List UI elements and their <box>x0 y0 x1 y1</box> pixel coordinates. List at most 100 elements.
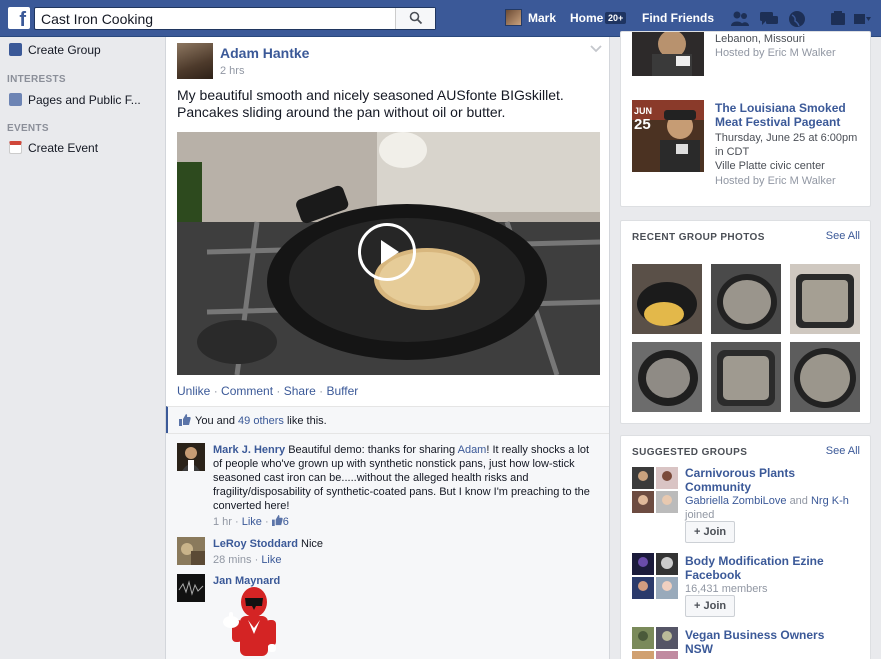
feed-post: Adam Hantke 2 hrs My beautiful smooth an… <box>166 37 610 659</box>
join-group-button[interactable]: + Join <box>685 595 736 617</box>
group-member-photo[interactable] <box>632 491 654 513</box>
search-box[interactable]: Cast Iron Cooking <box>34 7 436 30</box>
group-photo[interactable] <box>711 264 781 334</box>
suggested-groups-heading: SUGGESTED GROUPS <box>632 447 748 458</box>
calendar-icon <box>9 141 22 154</box>
home-count-badge: 20+ <box>605 12 627 24</box>
group-member-photo[interactable] <box>656 467 678 489</box>
member-link[interactable]: Nrg K-h <box>811 495 849 507</box>
group-photo[interactable] <box>711 342 781 412</box>
interests-heading: INTERESTS <box>7 74 66 85</box>
notifications-globe-icon[interactable] <box>787 10 807 28</box>
group-photo[interactable] <box>790 264 860 334</box>
create-group-icon <box>9 43 22 56</box>
comment-time[interactable]: 28 mins <box>213 554 252 566</box>
comments-section: Mark J. Henry Beautiful demo: thanks for… <box>166 433 609 659</box>
group-photo[interactable] <box>790 342 860 412</box>
group-member-photo[interactable] <box>632 577 654 599</box>
comment-meta: 1 hr · Like · 6 <box>213 515 289 528</box>
group-member-photo[interactable] <box>632 651 654 659</box>
likes-others-link[interactable]: 49 others <box>238 415 284 427</box>
power-ranger-sticker-icon <box>223 587 276 656</box>
likes-suffix: like this. <box>286 415 327 427</box>
facebook-logo-icon[interactable]: f <box>8 7 30 29</box>
group-members-joined: Gabriella ZombiLove and Nrg K-h joined <box>685 494 865 522</box>
group-member-photo[interactable] <box>656 491 678 513</box>
messages-icon[interactable] <box>759 10 779 28</box>
post-options-chevron-icon[interactable] <box>590 45 602 53</box>
sidebar-item-label: Pages and Public F... <box>28 93 141 107</box>
comment-text: Beautiful demo: thanks for sharing <box>288 444 456 456</box>
separator-dot: · <box>276 384 281 398</box>
unlike-link[interactable]: Unlike <box>177 384 210 398</box>
event-location: Lebanon, Missouri <box>715 33 805 45</box>
member-link[interactable]: Gabriella ZombiLove <box>685 495 787 507</box>
comment-author[interactable]: LeRoy Stoddard <box>213 538 298 550</box>
profile-link[interactable]: Mark <box>528 11 556 25</box>
comment-author[interactable]: Mark J. Henry <box>213 444 285 456</box>
comment-like-link[interactable]: Like <box>242 516 262 528</box>
comment-text: Nice <box>301 538 324 550</box>
commenter-avatar[interactable] <box>177 443 205 471</box>
comment-like-count[interactable]: 6 <box>283 516 289 528</box>
group-member-photo[interactable] <box>632 553 654 575</box>
join-group-button[interactable]: + Join <box>685 521 736 543</box>
author-avatar[interactable] <box>177 43 213 79</box>
group-name[interactable]: Body Modification Ezine Facebook <box>685 554 855 582</box>
comment-link[interactable]: Comment <box>221 384 273 398</box>
sidebar-item-create-group[interactable]: Create Group <box>9 43 101 59</box>
group-member-photo[interactable] <box>656 553 678 575</box>
account-menu-chevron-icon[interactable] <box>852 10 872 28</box>
post-text: My beautiful smooth and nicely seasoned … <box>177 87 564 120</box>
group-member-photo[interactable] <box>656 577 678 599</box>
recent-photos-see-all-link[interactable]: See All <box>826 230 860 242</box>
commenter-avatar[interactable] <box>177 537 205 565</box>
comment-mention[interactable]: Adam <box>458 444 487 456</box>
play-button-icon[interactable] <box>358 223 416 281</box>
event-photo[interactable] <box>632 32 704 76</box>
search-icon <box>409 11 423 25</box>
group-member-photo[interactable] <box>656 651 678 659</box>
events-card: Lebanon, Missouri Hosted by Eric M Walke… <box>620 31 871 207</box>
pages-feed-icon <box>9 93 22 106</box>
search-input[interactable]: Cast Iron Cooking <box>41 11 381 27</box>
group-name[interactable]: Vegan Business Owners NSW <box>685 628 855 656</box>
group-member-photo[interactable] <box>632 627 654 649</box>
sidebar-item-create-event[interactable]: Create Event <box>9 141 98 157</box>
find-friends-link[interactable]: Find Friends <box>642 11 714 25</box>
sidebar-item-pages-feeds[interactable]: Pages and Public F... <box>9 93 141 109</box>
sidebar-item-label: Create Event <box>28 141 99 155</box>
event-where: Ville Platte civic center <box>715 160 825 172</box>
likes-you-and: You and <box>195 415 235 427</box>
like-thumb-icon <box>179 414 191 426</box>
recent-photos-heading: RECENT GROUP PHOTOS <box>632 232 765 243</box>
comment-like-link[interactable]: Like <box>261 554 281 566</box>
friend-requests-icon[interactable] <box>730 10 750 28</box>
comment-time[interactable]: 1 hr <box>213 516 232 528</box>
search-button[interactable] <box>395 8 435 29</box>
video-player[interactable] <box>177 132 600 375</box>
group-member-photo[interactable] <box>632 467 654 489</box>
join-label: Join <box>703 600 727 612</box>
like-thumb-icon <box>271 515 283 526</box>
group-name[interactable]: Carnivorous Plants Community <box>685 466 855 494</box>
buffer-link[interactable]: Buffer <box>326 384 358 398</box>
event-day: 25 <box>634 116 651 133</box>
event-title[interactable]: The Louisiana Smoked Meat Festival Pagea… <box>715 101 865 129</box>
member-conjunction: and <box>789 495 808 507</box>
suggested-groups-card: SUGGESTED GROUPS See All Carnivorous Pla… <box>620 435 871 659</box>
user-avatar[interactable] <box>505 9 522 26</box>
group-photo[interactable] <box>632 342 702 412</box>
group-photo[interactable] <box>632 264 702 334</box>
post-author-name[interactable]: Adam Hantke <box>220 45 309 61</box>
share-link[interactable]: Share <box>284 384 316 398</box>
likes-summary: You and 49 others like this. <box>166 406 609 433</box>
group-member-photo[interactable] <box>656 627 678 649</box>
event-host: Hosted by Eric M Walker <box>715 175 836 187</box>
joined-label: joined <box>685 509 715 521</box>
privacy-shortcuts-icon[interactable] <box>828 10 848 28</box>
suggested-groups-see-all-link[interactable]: See All <box>826 445 860 457</box>
post-timestamp[interactable]: 2 hrs <box>220 65 244 77</box>
home-link[interactable]: Home <box>570 11 603 25</box>
commenter-avatar[interactable] <box>177 574 205 602</box>
